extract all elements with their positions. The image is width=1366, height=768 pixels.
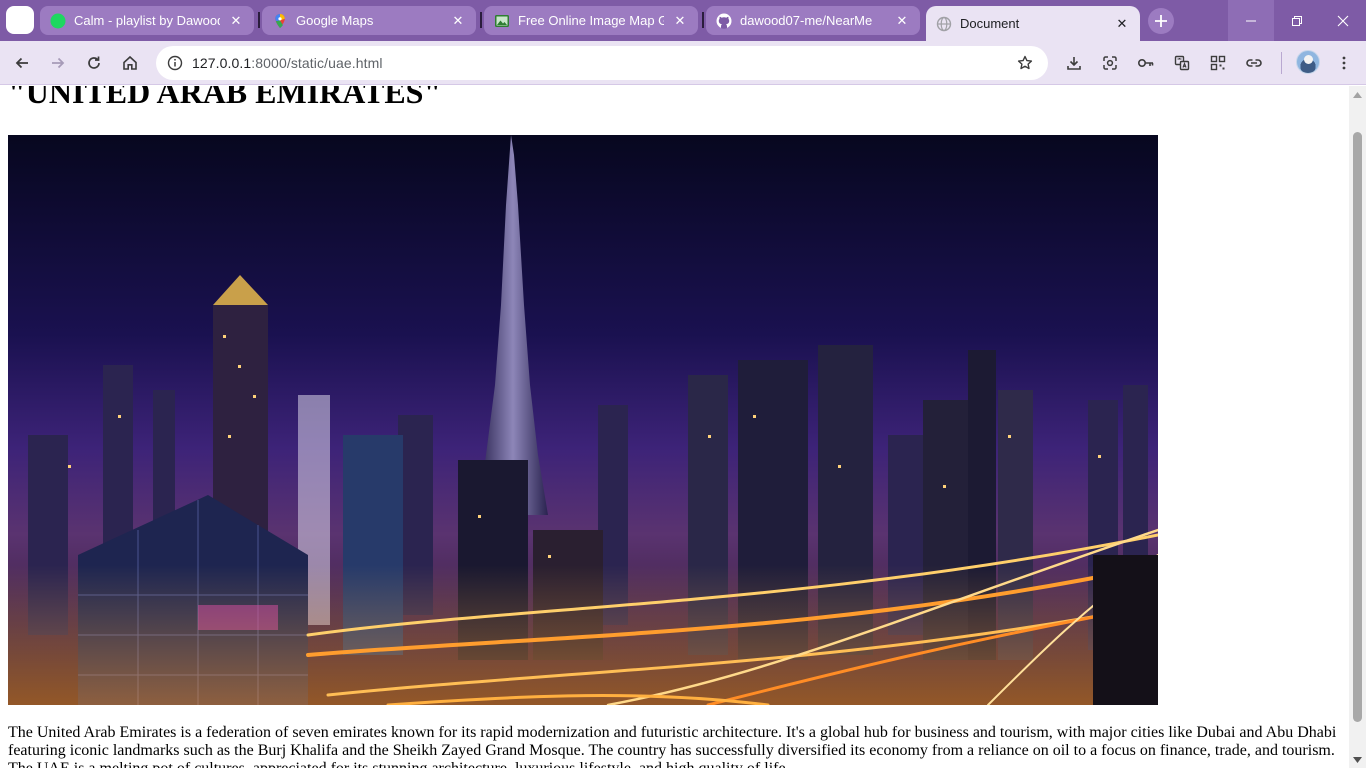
link-icon xyxy=(1246,59,1262,67)
tab-github[interactable]: dawood07-me/NearMe ✕ xyxy=(706,6,920,35)
globe-icon xyxy=(936,16,952,32)
tab-search-button[interactable] xyxy=(6,6,34,34)
toolbar-divider xyxy=(1281,52,1282,74)
tab-title: Calm - playlist by Dawood07 xyxy=(74,13,220,28)
lens-icon xyxy=(1103,56,1117,70)
tab-title: dawood07-me/NearMe xyxy=(740,13,873,28)
plus-icon xyxy=(1155,15,1167,27)
image-map-icon xyxy=(494,13,510,29)
page-viewport: "UNITED ARAB EMIRATES" The United Arab E… xyxy=(0,86,1366,768)
translate-icon xyxy=(1174,55,1190,71)
dubai-skyline-image xyxy=(8,135,1158,705)
tab-spotify[interactable]: Calm - playlist by Dawood07 ✕ xyxy=(40,6,254,35)
qr-code-icon xyxy=(1210,55,1226,71)
tab-image-map-generator[interactable]: Free Online Image Map Gen ✕ xyxy=(484,6,698,35)
close-icon[interactable]: ✕ xyxy=(894,13,910,29)
restore-icon xyxy=(1292,15,1302,26)
tab-title: Free Online Image Map Gen xyxy=(518,13,664,28)
password-manager-button[interactable] xyxy=(1131,48,1161,78)
restore-button[interactable] xyxy=(1274,0,1320,41)
tab-document[interactable]: Document ✕ xyxy=(926,6,1140,41)
copy-link-button[interactable] xyxy=(1239,48,1269,78)
close-icon[interactable]: ✕ xyxy=(450,13,466,29)
chrome-menu-button[interactable] xyxy=(1329,48,1359,78)
url-path: :8000/static/uae.html xyxy=(251,55,383,71)
tab-separator xyxy=(480,12,482,28)
new-tab-button[interactable] xyxy=(1148,8,1174,34)
github-icon xyxy=(716,13,732,29)
home-icon xyxy=(123,55,137,70)
google-lens-button[interactable] xyxy=(1095,48,1125,78)
description-paragraph: The United Arab Emirates is a federation… xyxy=(8,724,1337,768)
reload-button[interactable] xyxy=(79,48,109,78)
minimize-icon xyxy=(1246,20,1256,21)
scroll-up-arrow[interactable] xyxy=(1349,86,1366,103)
scroll-thumb[interactable] xyxy=(1353,132,1362,722)
browser-toolbar: 127.0.0.1:8000/static/uae.html xyxy=(0,41,1366,85)
downloads-button[interactable] xyxy=(1059,48,1089,78)
tab-title: Document xyxy=(960,16,1020,31)
close-icon xyxy=(1337,15,1349,26)
tab-google-maps[interactable]: Google Maps ✕ xyxy=(262,6,476,35)
translate-button[interactable] xyxy=(1167,48,1197,78)
reload-icon xyxy=(88,56,100,69)
key-icon xyxy=(1137,59,1154,68)
tab-strip: Calm - playlist by Dawood07 ✕ Google Map… xyxy=(0,0,1366,41)
close-icon[interactable]: ✕ xyxy=(228,13,244,29)
page-scrollbar[interactable] xyxy=(1349,86,1366,768)
triangle-down-icon xyxy=(1353,756,1362,763)
url-text: 127.0.0.1:8000/static/uae.html xyxy=(192,55,383,71)
triangle-up-icon xyxy=(1353,91,1362,98)
profile-avatar[interactable] xyxy=(1296,50,1320,74)
spotify-icon xyxy=(50,13,66,29)
forward-button[interactable] xyxy=(43,48,73,78)
download-icon xyxy=(1067,57,1081,70)
bookmark-star-button[interactable] xyxy=(1012,50,1038,76)
arrow-right-icon xyxy=(52,57,65,69)
tab-title: Google Maps xyxy=(296,13,374,28)
site-info-icon[interactable] xyxy=(158,46,192,80)
more-vert-icon xyxy=(1342,56,1346,70)
google-maps-icon xyxy=(272,13,288,29)
minimize-button[interactable] xyxy=(1228,0,1274,41)
home-button[interactable] xyxy=(115,48,145,78)
close-icon[interactable]: ✕ xyxy=(672,13,688,29)
scroll-down-arrow[interactable] xyxy=(1349,751,1366,768)
back-button[interactable] xyxy=(7,48,37,78)
page-title: "UNITED ARAB EMIRATES" xyxy=(8,86,442,110)
close-icon[interactable]: ✕ xyxy=(1114,16,1130,32)
address-bar[interactable]: 127.0.0.1:8000/static/uae.html xyxy=(156,46,1048,80)
url-host: 127.0.0.1 xyxy=(192,55,252,71)
tab-separator xyxy=(258,12,260,28)
skyline-illustration xyxy=(8,135,1158,705)
arrow-left-icon xyxy=(15,57,28,69)
qr-code-button[interactable] xyxy=(1203,48,1233,78)
close-window-button[interactable] xyxy=(1320,0,1366,41)
star-icon xyxy=(1017,55,1033,70)
tab-separator xyxy=(702,12,704,28)
